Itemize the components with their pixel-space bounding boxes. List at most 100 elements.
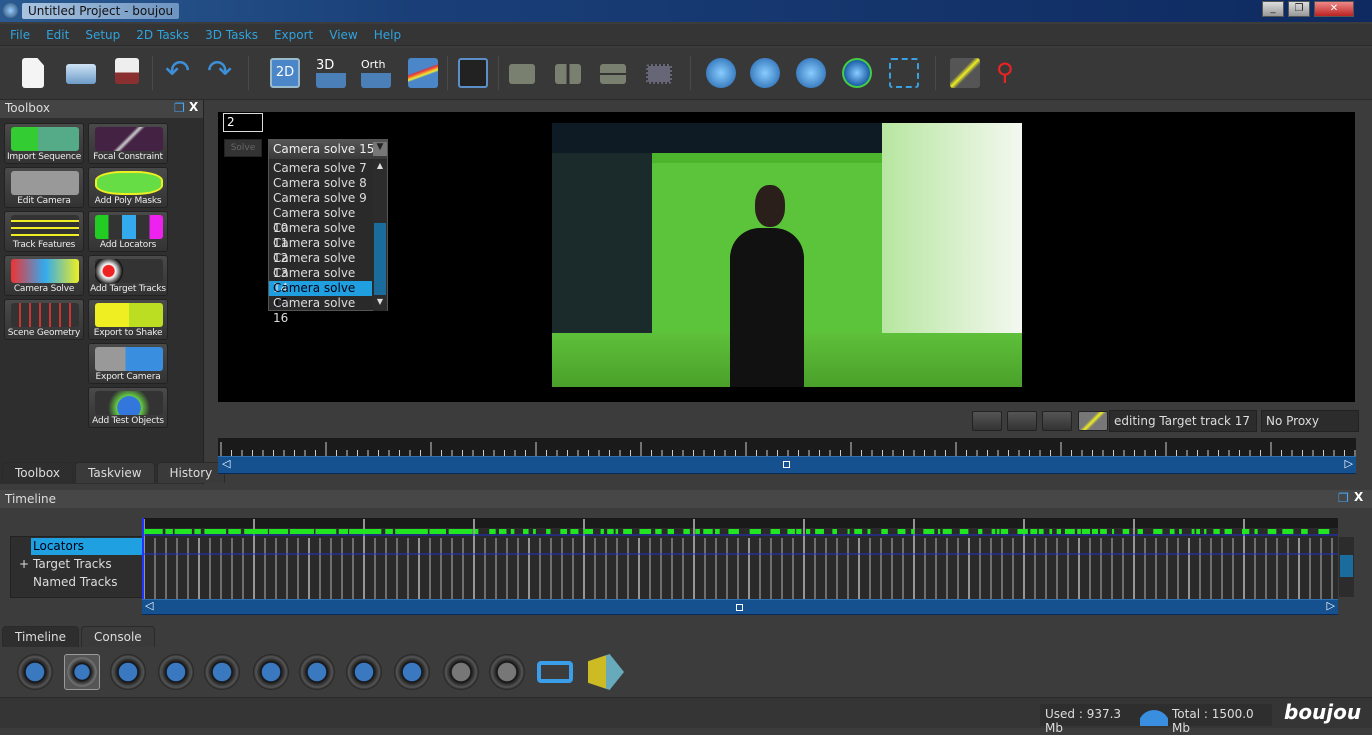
tab-history[interactable]: History — [156, 462, 226, 483]
dropdown-arrow-icon[interactable]: ▼ — [373, 142, 387, 156]
menu-edit[interactable]: Edit — [36, 24, 75, 42]
dropdown-option[interactable]: Camera solve 9 — [269, 191, 372, 206]
next-key-button[interactable] — [394, 654, 430, 690]
overlay-button[interactable] — [1007, 411, 1037, 431]
prev-disabled-button[interactable] — [443, 654, 479, 690]
tool-scene-geometry[interactable]: Scene Geometry — [4, 299, 84, 340]
menu-file[interactable]: File — [0, 24, 36, 42]
restore-button[interactable]: ❐ — [1288, 1, 1310, 17]
tool-edit-camera[interactable]: Edit Camera — [4, 167, 84, 208]
next-disabled-button[interactable] — [489, 654, 525, 690]
tool-track-features[interactable]: Track Features — [4, 211, 84, 252]
close-icon[interactable]: X — [189, 100, 198, 114]
dropdown-option[interactable]: Camera solve 14 — [269, 266, 372, 295]
menu-3d-tasks[interactable]: 3D Tasks — [195, 24, 264, 42]
tool-add-test-objects[interactable]: Add Test Objects — [88, 387, 168, 428]
prev-key-button[interactable] — [346, 654, 382, 690]
tab-console[interactable]: Console — [81, 626, 155, 647]
dropdown-option[interactable]: Camera solve 8 — [269, 176, 372, 191]
lock-play-button[interactable] — [588, 654, 624, 690]
camera-view-button[interactable] — [972, 411, 1002, 431]
undo-icon[interactable]: ↶ — [165, 57, 195, 88]
camera-track-icon[interactable] — [706, 58, 736, 88]
open-folder-icon[interactable] — [66, 64, 96, 84]
tree-item-target-tracks[interactable]: Target Tracks — [33, 557, 112, 571]
tab-taskview[interactable]: Taskview — [75, 462, 155, 483]
menu-help[interactable]: Help — [364, 24, 407, 42]
proxy-status[interactable]: No Proxy — [1261, 410, 1359, 432]
play-forward-button[interactable] — [110, 654, 146, 690]
tool-add-locators[interactable]: Add Locators — [88, 211, 168, 252]
redo-icon[interactable]: ↷ — [207, 57, 237, 88]
layout-split-horizontal-icon[interactable] — [600, 64, 626, 84]
save-icon[interactable] — [115, 58, 139, 84]
tree-item-locators[interactable]: Locators — [31, 538, 142, 555]
close-button[interactable]: ✕ — [1314, 1, 1354, 17]
step-back-button[interactable] — [158, 654, 194, 690]
dropdown-option[interactable]: Camera solve 15 — [269, 281, 372, 310]
frame-select-icon[interactable] — [889, 58, 919, 88]
minimize-button[interactable]: _ — [1262, 1, 1284, 17]
tool-focal-constraint[interactable]: Focal Constraint — [88, 123, 168, 164]
dropdown-option[interactable]: Camera solve 10 — [269, 206, 372, 235]
menu-2d-tasks[interactable]: 2D Tasks — [126, 24, 195, 42]
tab-toolbox[interactable]: Toolbox — [2, 462, 73, 483]
frame-number-field[interactable]: 2 — [223, 113, 263, 132]
jump-end-button[interactable] — [299, 654, 335, 690]
close-icon[interactable]: X — [1354, 490, 1363, 504]
viewer-scrollbar[interactable]: ◁ ▷ — [218, 456, 1356, 474]
reset-view-button[interactable] — [1042, 411, 1072, 431]
solve-refine-icon[interactable] — [842, 58, 872, 88]
new-file-icon[interactable] — [22, 58, 44, 88]
menu-export[interactable]: Export — [264, 24, 319, 42]
dropdown-option[interactable]: Camera solve 12 — [269, 236, 372, 265]
tool-export-to-shake[interactable]: Export to Shake — [88, 299, 168, 340]
solve-forward-icon[interactable] — [750, 58, 780, 88]
tab-timeline[interactable]: Timeline — [2, 626, 80, 647]
tree-item-named-tracks[interactable]: Named Tracks — [33, 575, 118, 589]
menu-setup[interactable]: Setup — [75, 24, 126, 42]
dropdown-option[interactable]: Camera solve 7 — [269, 161, 372, 176]
tool-add-poly-masks[interactable]: Add Poly Masks — [88, 167, 168, 208]
step-forward-button[interactable] — [204, 654, 240, 690]
solve-sphere-icon[interactable] — [796, 58, 826, 88]
scroll-down-icon[interactable]: ▼ — [373, 297, 387, 306]
tool-export-camera[interactable]: Export Camera — [88, 343, 168, 384]
float-icon[interactable]: ❐ — [1338, 491, 1349, 505]
camera-solve-dropdown[interactable]: Camera solve 15 ▼ Camera solve 7 Camera s… — [268, 139, 388, 325]
dropdown-selected[interactable]: Camera solve 15 — [269, 140, 387, 159]
jump-start-button[interactable] — [253, 654, 289, 690]
target-edit-button[interactable] — [1078, 411, 1108, 431]
timeline-vscroll[interactable] — [1339, 537, 1354, 597]
solve-button[interactable]: Solve — [224, 139, 262, 157]
dropdown-option[interactable]: Camera solve 13 — [269, 251, 372, 280]
menu-view[interactable]: View — [319, 24, 363, 42]
track-coverage — [1153, 529, 1163, 534]
dropdown-option[interactable]: Camera solve 16 — [269, 296, 372, 325]
target-track-icon[interactable] — [950, 58, 980, 88]
dropdown-scrollbar[interactable]: ▲ ▼ — [373, 161, 387, 311]
layout-split-vertical-icon[interactable] — [555, 64, 581, 84]
float-icon[interactable]: ❐ — [174, 101, 185, 115]
tool-add-target-tracks[interactable]: Add Target Tracks — [88, 255, 168, 296]
layout-grid-icon[interactable] — [458, 58, 488, 88]
view-orth-button[interactable]: Orth — [361, 58, 391, 88]
graph-view-icon[interactable] — [408, 58, 438, 88]
layout-quad-icon[interactable] — [646, 64, 672, 84]
scroll-thumb[interactable] — [374, 223, 386, 295]
tool-import-sequence[interactable]: Import Sequence — [4, 123, 84, 164]
track-coverage — [570, 529, 579, 534]
loop-button[interactable] — [537, 661, 573, 683]
play-backward-button[interactable] — [17, 654, 53, 690]
tool-camera-solve[interactable]: Camera Solve — [4, 255, 84, 296]
dropdown-option[interactable]: Camera solve 11 — [269, 221, 372, 250]
pick-tool-icon[interactable]: ⚲ — [996, 58, 1026, 88]
view-3d-button[interactable]: 3D — [316, 58, 346, 88]
scroll-up-icon[interactable]: ▲ — [373, 161, 387, 175]
stop-button[interactable] — [64, 654, 100, 690]
layout-single-icon[interactable] — [509, 64, 535, 84]
view-2d-button[interactable]: 2D — [270, 58, 300, 88]
track-coverage — [770, 529, 781, 534]
expand-icon[interactable]: + — [19, 557, 29, 571]
timeline-scrollbar[interactable]: ◁ ▷ — [142, 599, 1338, 615]
